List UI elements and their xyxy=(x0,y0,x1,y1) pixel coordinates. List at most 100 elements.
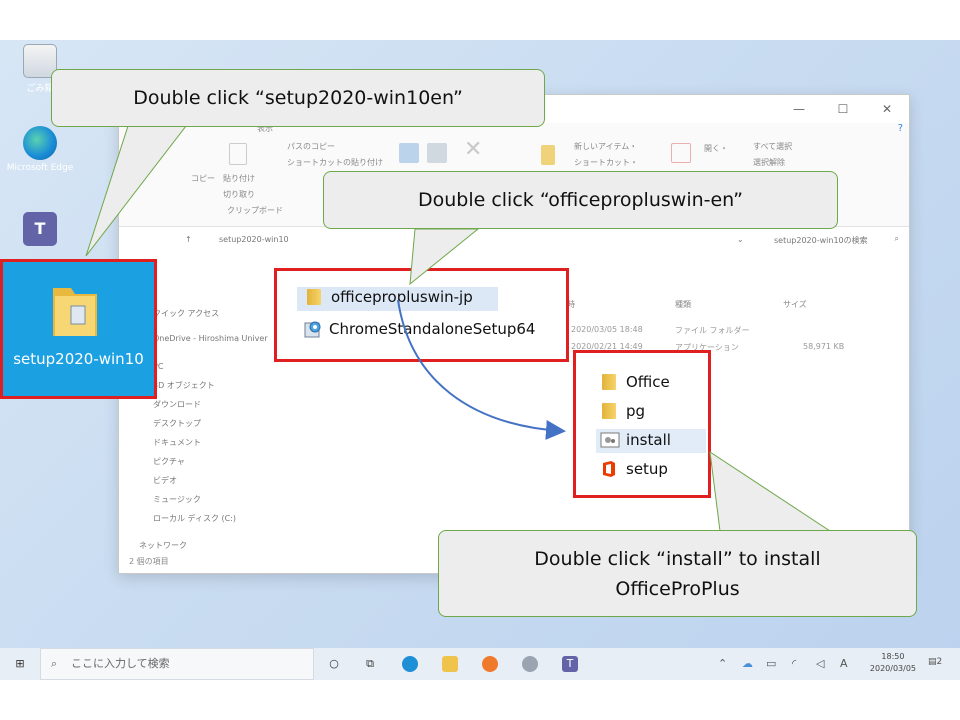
open-button[interactable]: 開く・ xyxy=(704,143,728,154)
status-bar-count: 2 個の項目 xyxy=(129,557,169,566)
cortana-icon[interactable]: ○ xyxy=(326,656,342,672)
column-size[interactable]: サイズ xyxy=(783,299,807,310)
file-chromestandalonesetup64[interactable]: ChromeStandaloneSetup64 xyxy=(303,319,535,339)
clock[interactable]: 18:50 2020/03/05 xyxy=(870,651,916,675)
move-to-icon xyxy=(399,143,419,163)
teams-taskbar-icon[interactable]: T xyxy=(562,656,578,672)
callout-install-line2: OfficeProPlus xyxy=(615,577,740,600)
properties-icon xyxy=(671,143,691,163)
notification-count: 2 xyxy=(936,657,943,667)
item-label: pg xyxy=(626,402,646,420)
explorer-taskbar-icon[interactable] xyxy=(442,656,458,672)
row2-size: 58,971 KB xyxy=(803,342,845,351)
copy-to-icon xyxy=(427,143,447,163)
callout-setup: Double click “setup2020-win10en” xyxy=(51,69,545,127)
volume-icon[interactable]: ◁ xyxy=(816,657,824,670)
folder-officepropluswin-jp[interactable]: officepropluswin-jp xyxy=(307,288,473,306)
new-folder-icon xyxy=(541,145,555,165)
up-arrow-icon[interactable]: ↑ xyxy=(185,235,192,244)
search-icon: ⌕ xyxy=(51,657,58,670)
cut-button[interactable]: 切り取り xyxy=(223,189,255,200)
nav-downloads[interactable]: ダウンロード xyxy=(153,399,201,410)
nav-documents[interactable]: ドキュメント xyxy=(153,437,201,448)
folder-icon xyxy=(602,374,616,390)
taskbar: ⊞ ⌕ ここに入力して検索 ○ ⧉ T ⌃ ☁ ▭ ◜ ◁ A 18:50 20… xyxy=(0,648,960,680)
shortcut-button[interactable]: ショートカット・ xyxy=(574,157,638,168)
windows-start-icon[interactable]: ⊞ xyxy=(12,656,28,672)
paste-button[interactable]: 貼り付け xyxy=(223,173,255,184)
battery-icon[interactable]: ▭ xyxy=(766,657,776,670)
item-label: ChromeStandaloneSetup64 xyxy=(329,320,536,338)
tray-chevron-up-icon[interactable]: ⌃ xyxy=(718,657,727,670)
setup-folder-label: setup2020-win10 xyxy=(13,350,144,368)
lock-app-icon[interactable] xyxy=(522,656,538,672)
teams-desktop-icon[interactable]: T xyxy=(5,212,75,249)
folder-icon xyxy=(307,289,321,305)
callout-setup-text: Double click “setup2020-win10en” xyxy=(133,87,463,109)
search-icon: ⌕ xyxy=(894,234,899,243)
firefox-icon[interactable] xyxy=(482,656,498,672)
item-label: install xyxy=(626,431,671,449)
taskbar-search-input[interactable]: ⌕ ここに入力して検索 xyxy=(40,648,314,680)
nav-music[interactable]: ミュージック xyxy=(153,494,201,505)
address-bar[interactable]: ↑ setup2020-win10 ⌄ setup2020-win10の検索 ⌕ xyxy=(119,229,909,253)
ime-indicator[interactable]: A xyxy=(840,657,848,670)
settings-file-icon xyxy=(600,432,620,448)
callout-officeproplus-text: Double click “officepropluswin-en” xyxy=(417,189,744,211)
paste-icon xyxy=(229,143,247,165)
nav-network[interactable]: ネットワーク xyxy=(139,540,187,551)
copy-button[interactable]: コピー xyxy=(191,173,215,184)
nav-local-disk[interactable]: ローカル ディスク (C:) xyxy=(153,513,236,524)
callout-install-line1: Double click “install” to install xyxy=(534,547,821,570)
chevron-down-icon[interactable]: ⌄ xyxy=(737,235,744,244)
search-box[interactable]: setup2020-win10の検索 xyxy=(774,235,868,246)
clock-time: 18:50 xyxy=(881,652,905,661)
nav-desktop[interactable]: デスクトップ xyxy=(153,418,201,429)
file-install[interactable]: install xyxy=(600,431,671,449)
setup2020-win10-folder[interactable]: setup2020-win10 xyxy=(0,259,157,399)
folder-office[interactable]: Office xyxy=(602,373,670,391)
folder-contents-box: officepropluswin-jp ChromeStandaloneSetu… xyxy=(274,268,569,362)
edge-taskbar-icon[interactable] xyxy=(402,656,418,672)
clipboard-group-label: クリップボード xyxy=(227,206,283,215)
close-icon[interactable]: ✕ xyxy=(865,102,909,116)
nav-quick-access[interactable]: クイック アクセス xyxy=(153,308,219,319)
edge-label: Microsoft Edge xyxy=(6,163,74,173)
maximize-icon[interactable]: ☐ xyxy=(821,102,865,116)
notification-icon[interactable]: ▤2 xyxy=(928,657,942,667)
deselect-button[interactable]: 選択解除 xyxy=(753,157,785,168)
column-type[interactable]: 種類 xyxy=(675,299,691,310)
row1-type: ファイル フォルダー xyxy=(675,326,750,335)
folder-pg[interactable]: pg xyxy=(602,402,645,420)
task-view-icon[interactable]: ⧉ xyxy=(362,656,378,672)
nav-3d-objects[interactable]: 3D オブジェクト xyxy=(153,380,215,391)
teams-icon: T xyxy=(23,212,57,246)
wifi-icon[interactable]: ◜ xyxy=(792,657,796,670)
taskbar-search-placeholder: ここに入力して検索 xyxy=(71,657,170,670)
file-setup[interactable]: setup xyxy=(600,460,668,478)
edge-desktop-icon[interactable]: Microsoft Edge xyxy=(5,126,75,173)
nav-pictures[interactable]: ピクチャ xyxy=(153,456,185,467)
office-logo-icon xyxy=(603,461,615,477)
address-path: setup2020-win10 xyxy=(219,235,289,244)
select-all-button[interactable]: すべて選択 xyxy=(753,141,792,152)
help-icon[interactable]: ? xyxy=(898,123,903,134)
row1-date: 2020/03/05 18:48 xyxy=(571,325,643,334)
nav-onedrive[interactable]: OneDrive - Hiroshima Univer xyxy=(153,334,268,343)
installer-icon xyxy=(304,321,321,338)
onedrive-icon[interactable]: ☁ xyxy=(742,657,753,670)
callout-officeproplus: Double click “officepropluswin-en” xyxy=(323,171,838,229)
callout-install: Double click “install” to install Office… xyxy=(438,530,917,617)
paste-shortcut-button[interactable]: ショートカットの貼り付け xyxy=(287,157,383,168)
item-label: Office xyxy=(626,373,670,391)
nav-videos[interactable]: ビデオ xyxy=(153,475,177,486)
folder-icon xyxy=(602,403,616,419)
slide: ごみ箱 Microsoft Edge T — ☐ ✕ 表示 パスのコピー ショー… xyxy=(0,0,960,720)
minimize-icon[interactable]: — xyxy=(777,102,821,116)
folder-icon xyxy=(53,288,97,336)
edge-icon xyxy=(23,126,57,160)
new-item-button[interactable]: 新しいアイテム・ xyxy=(574,141,637,152)
clock-date: 2020/03/05 xyxy=(869,664,916,673)
copy-path-button[interactable]: パスのコピー xyxy=(287,141,335,152)
item-label: setup xyxy=(626,460,668,478)
